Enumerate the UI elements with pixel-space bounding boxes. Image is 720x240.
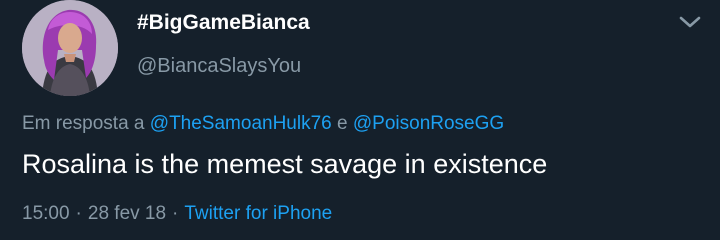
- reply-mention-link[interactable]: @TheSamoanHulk76: [150, 113, 332, 134]
- user-handle[interactable]: @BiancaSlaysYou: [137, 52, 301, 80]
- avatar[interactable]: [22, 0, 118, 96]
- profile-photo-icon: [22, 0, 118, 96]
- tweet-date[interactable]: 28 fev 18: [88, 203, 166, 224]
- reply-prefix: Em resposta a: [22, 113, 145, 134]
- tweet-source-link[interactable]: Twitter for iPhone: [184, 203, 332, 224]
- reply-conjunction: e: [337, 113, 348, 134]
- tweet-card: #BigGameBianca @BiancaSlaysYou Em respos…: [0, 0, 720, 240]
- display-name[interactable]: #BigGameBianca: [137, 9, 310, 37]
- reply-mention-link[interactable]: @PoisonRoseGG: [353, 113, 504, 134]
- meta-separator: ·: [75, 203, 82, 224]
- meta-separator: ·: [172, 203, 179, 224]
- chevron-down-icon: [679, 16, 701, 28]
- tweet-time[interactable]: 15:00: [22, 203, 70, 224]
- tweet-meta: 15:00 · 28 fev 18 · Twitter for iPhone: [22, 200, 332, 228]
- tweet-menu-button[interactable]: [676, 10, 704, 34]
- reply-context: Em resposta a @TheSamoanHulk76 e @Poison…: [22, 110, 504, 138]
- tweet-text: Rosalina is the memest savage in existen…: [22, 149, 548, 179]
